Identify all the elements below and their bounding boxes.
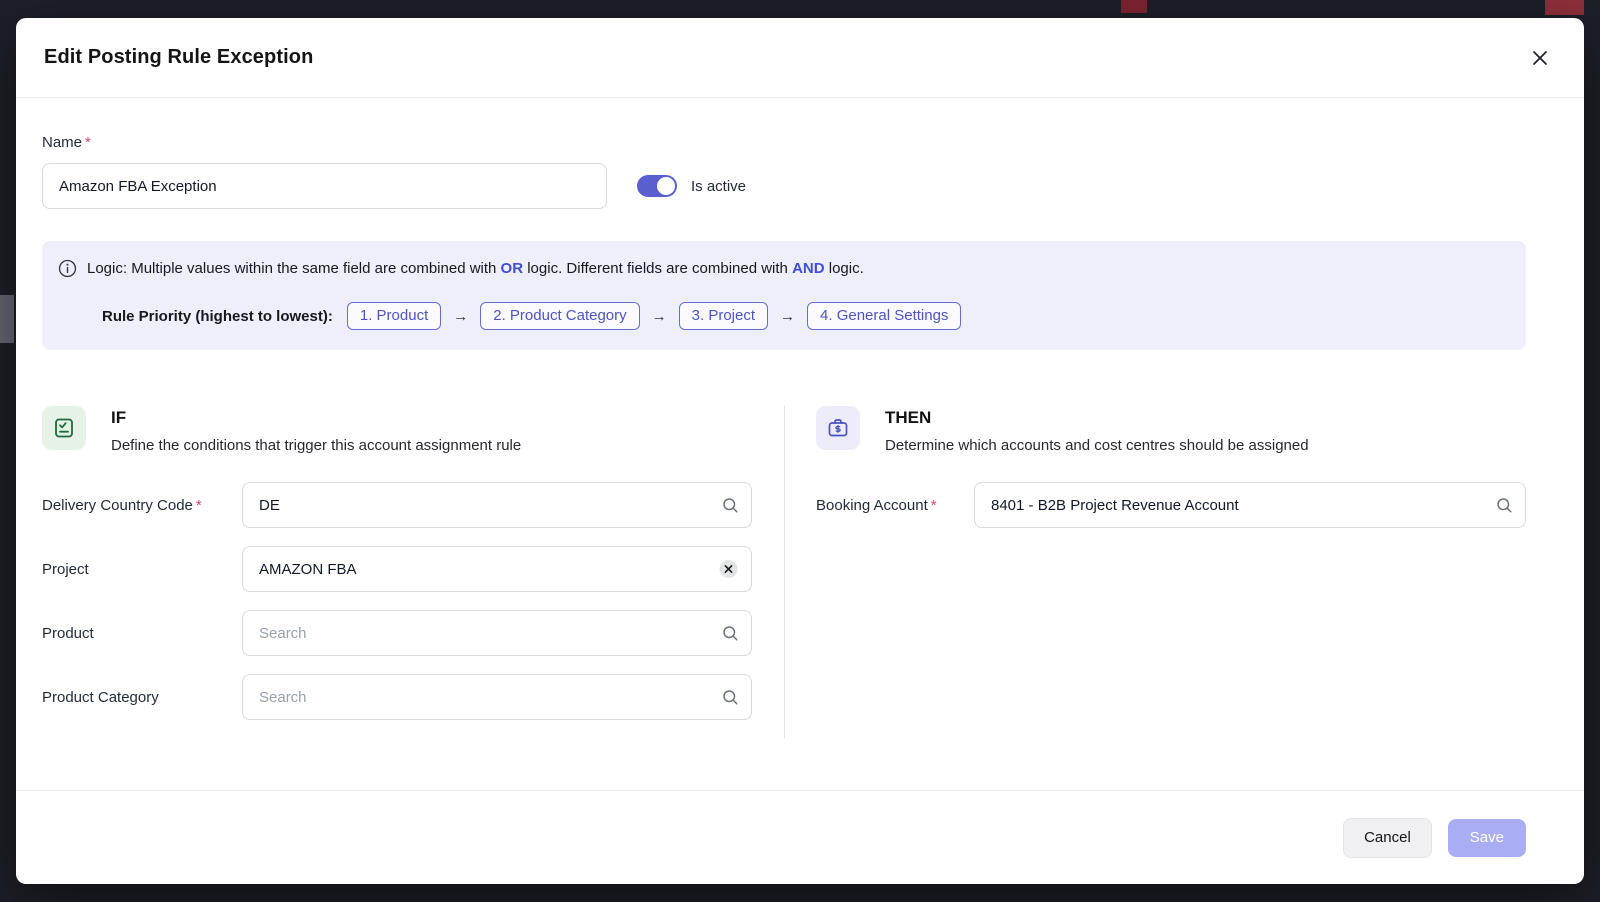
clear-icon[interactable]: [718, 559, 739, 580]
priority-pill-product-category: 2. Product Category: [480, 302, 639, 330]
modal-header: Edit Posting Rule Exception: [16, 18, 1584, 98]
rule-priority-label: Rule Priority (highest to lowest):: [102, 308, 333, 325]
save-button[interactable]: Save: [1448, 819, 1526, 857]
info-icon: [58, 259, 77, 278]
required-mark: *: [931, 497, 937, 514]
underlying-page-fragment: [1121, 0, 1147, 13]
modal-title: Edit Posting Rule Exception: [44, 46, 313, 69]
product-category-row: Product Category: [42, 674, 752, 720]
underlying-page-fragment: [0, 295, 14, 343]
or-keyword: OR: [501, 260, 524, 277]
product-label: Product: [42, 625, 242, 642]
product-row: Product: [42, 610, 752, 656]
if-description: Define the conditions that trigger this …: [111, 437, 521, 454]
product-input[interactable]: [242, 610, 752, 656]
then-description: Determine which accounts and cost centre…: [885, 437, 1309, 454]
priority-pill-product: 1. Product: [347, 302, 441, 330]
is-active-toggle[interactable]: [637, 175, 677, 197]
close-button[interactable]: [1524, 42, 1556, 74]
delivery-country-code-label: Delivery Country Code*: [42, 497, 242, 514]
search-icon: [721, 624, 739, 642]
arrow-icon: →: [780, 308, 795, 325]
arrow-icon: →: [652, 308, 667, 325]
booking-account-label: Booking Account*: [816, 497, 974, 514]
logic-info-banner: Logic: Multiple values within the same f…: [42, 241, 1526, 350]
is-active-label: Is active: [691, 178, 746, 195]
name-label: Name*: [42, 134, 607, 151]
required-mark: *: [196, 497, 202, 514]
briefcase-dollar-icon: [826, 416, 850, 440]
delivery-country-code-row: Delivery Country Code*: [42, 482, 752, 528]
search-icon: [1495, 496, 1513, 514]
booking-account-input[interactable]: [974, 482, 1526, 528]
if-heading: IF: [111, 408, 521, 428]
close-icon: [1530, 48, 1550, 68]
delivery-country-code-input[interactable]: [242, 482, 752, 528]
then-heading: THEN: [885, 408, 1309, 428]
project-input[interactable]: [242, 546, 752, 592]
if-section: IF Define the conditions that trigger th…: [42, 406, 784, 738]
underlying-page-fragment: [1545, 0, 1584, 15]
booking-account-row: Booking Account*: [816, 482, 1526, 528]
required-mark: *: [85, 134, 91, 151]
project-label: Project: [42, 561, 242, 578]
product-category-label: Product Category: [42, 689, 242, 706]
and-keyword: AND: [792, 260, 825, 277]
project-row: Project: [42, 546, 752, 592]
cancel-button[interactable]: Cancel: [1343, 818, 1432, 858]
arrow-icon: →: [453, 308, 468, 325]
toggle-knob: [657, 177, 675, 195]
then-section: THEN Determine which accounts and cost c…: [784, 406, 1526, 738]
rule-priority-row: Rule Priority (highest to lowest): 1. Pr…: [58, 302, 1510, 330]
product-category-input[interactable]: [242, 674, 752, 720]
logic-description: Logic: Multiple values within the same f…: [87, 260, 864, 277]
name-input[interactable]: [42, 163, 607, 209]
priority-pill-general-settings: 4. General Settings: [807, 302, 961, 330]
edit-posting-rule-exception-modal: Edit Posting Rule Exception Name* Is act…: [16, 18, 1584, 884]
conditions-columns: IF Define the conditions that trigger th…: [42, 406, 1526, 738]
search-icon: [721, 496, 739, 514]
checklist-icon: [52, 416, 76, 440]
name-row: Name* Is active: [42, 134, 1526, 209]
modal-body: Name* Is active Logic: Multiple values w…: [16, 98, 1584, 790]
modal-footer: Cancel Save: [16, 790, 1584, 884]
search-icon: [721, 688, 739, 706]
priority-pill-project: 3. Project: [679, 302, 768, 330]
